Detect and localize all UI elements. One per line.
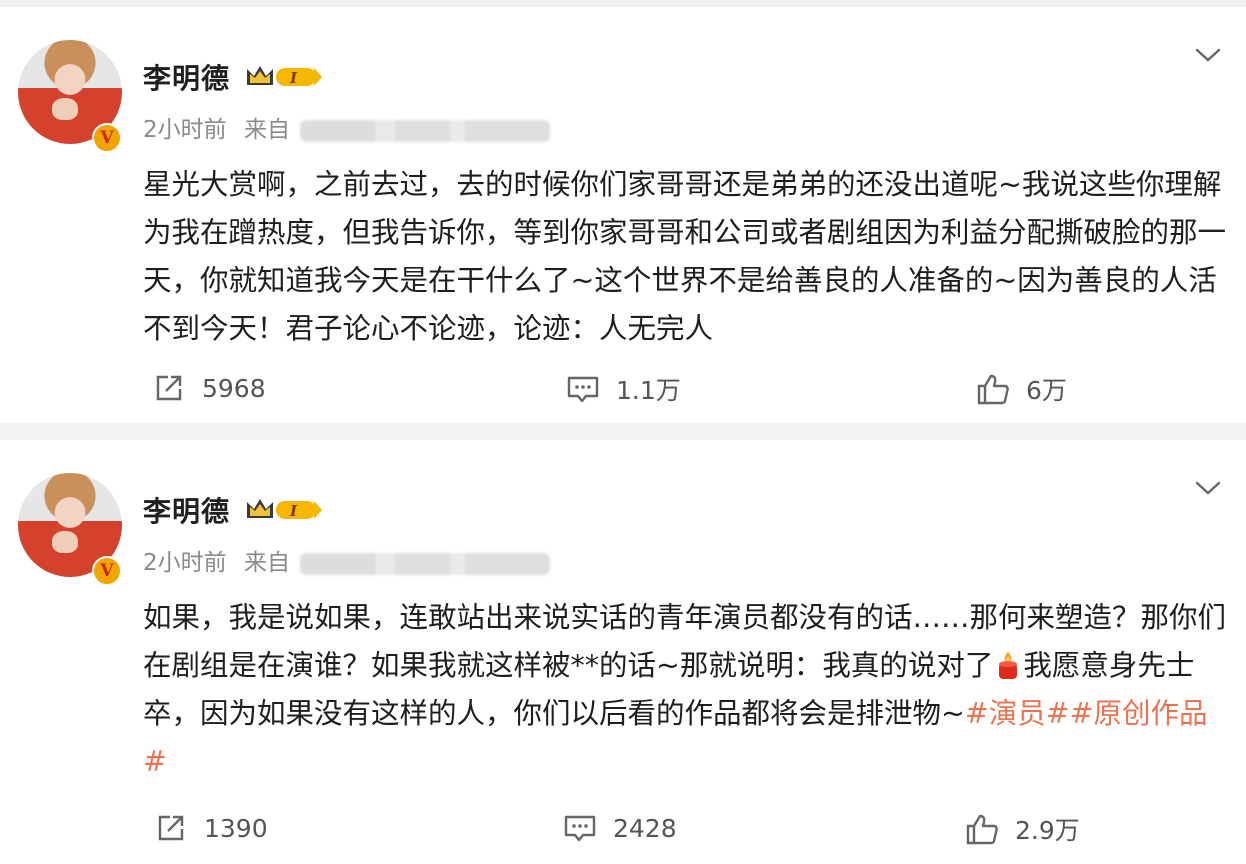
post-actions: 1390 2428 2.9万	[0, 811, 1246, 855]
comment-count: 2428	[613, 813, 677, 843]
top-gap	[0, 0, 1246, 7]
svg-text:I: I	[289, 69, 298, 87]
post-meta: 2小时前 来自	[143, 543, 550, 577]
crown-icon[interactable]: I	[244, 63, 322, 91]
like-button[interactable]: 6万	[976, 371, 1067, 407]
post-separator	[0, 423, 1246, 440]
comment-button[interactable]: 1.1万	[566, 371, 681, 407]
repost-count: 5968	[202, 373, 266, 403]
post-time: 2小时前	[143, 117, 227, 143]
like-count: 2.9万	[1015, 816, 1080, 845]
like-button[interactable]: 2.9万	[965, 811, 1080, 847]
like-icon	[966, 814, 998, 845]
post-actions: 5968 1.1万 6万	[0, 371, 1246, 415]
repost-icon	[158, 815, 184, 841]
username[interactable]: 李明德	[143, 490, 230, 530]
repost-button[interactable]: 1390	[154, 811, 268, 845]
post-time: 2小时前	[143, 550, 227, 576]
like-icon	[977, 374, 1009, 405]
candle-emoji	[993, 647, 1023, 679]
source-label: 来自	[243, 550, 290, 576]
source-label: 来自	[243, 117, 290, 143]
repost-button[interactable]: 5968	[152, 371, 266, 405]
post-content: 星光大赏啊，之前去过，去的时候你们家哥哥还是弟弟的还没出道呢~我说这些你理解为我…	[143, 168, 1227, 345]
device-source-blurred	[299, 119, 550, 142]
username[interactable]: 李明德	[143, 57, 230, 97]
comment-icon	[567, 376, 599, 403]
crown-icon[interactable]: I	[244, 496, 322, 524]
feed-post: V 李明德 I 2小时前 来自 如果，我是说如果，连敢站出来说实话的青年演员都没…	[0, 440, 1246, 864]
repost-icon	[156, 375, 182, 401]
comment-count: 1.1万	[616, 376, 681, 405]
like-count: 6万	[1026, 376, 1067, 405]
verified-icon: V	[92, 556, 122, 586]
feed-post: V 李明德 I 2小时前 来自 星光大赏啊，之前去过，去的时候你们家哥哥还是弟弟…	[0, 7, 1246, 423]
device-source-blurred	[299, 552, 550, 575]
chevron-down-icon[interactable]	[1194, 45, 1222, 65]
comment-icon	[564, 815, 596, 842]
verified-icon: V	[92, 123, 122, 153]
svg-text:I: I	[289, 502, 298, 520]
post-meta: 2小时前 来自	[143, 110, 550, 144]
post-content: 如果，我是说如果，连敢站出来说实话的青年演员都没有的话……那何来塑造？那你们在剧…	[143, 594, 1228, 786]
comment-button[interactable]: 2428	[563, 811, 677, 845]
repost-count: 1390	[204, 813, 268, 843]
chevron-down-icon[interactable]	[1194, 478, 1222, 498]
